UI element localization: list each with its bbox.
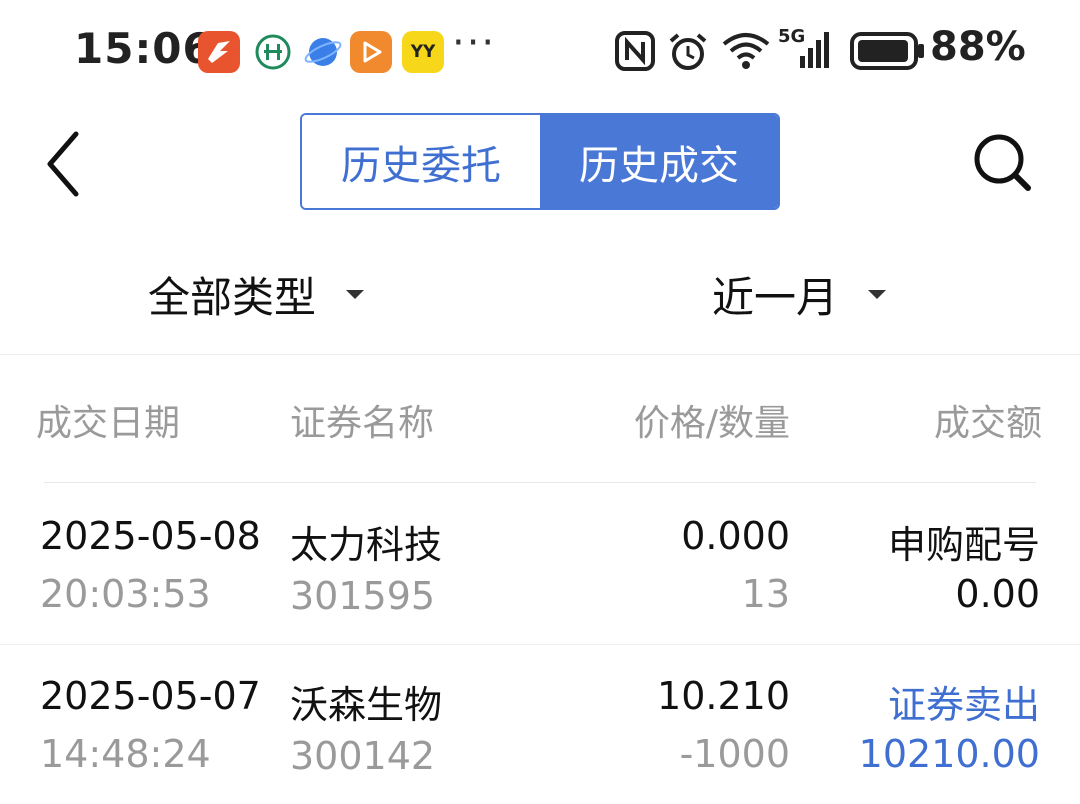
column-header-security-name: 证券名称	[290, 403, 435, 444]
trade-date: 2025-05-08	[40, 514, 261, 558]
column-header-price-quantity: 价格/数量	[633, 403, 790, 444]
column-header-trade-date: 成交日期	[36, 403, 181, 444]
header-divider	[44, 482, 1036, 483]
trade-time: 14:48:24	[40, 732, 211, 776]
trade-quantity: 13	[741, 572, 790, 616]
status-bar: 15:06 YY ··· 5G 88%	[0, 0, 1080, 100]
yy-app-icon: YY	[402, 31, 444, 73]
search-button[interactable]	[968, 128, 1038, 198]
alarm-icon	[666, 30, 710, 78]
type-filter-label: 全部类型	[148, 272, 317, 322]
search-icon	[974, 134, 1031, 191]
trade-history-screen: 15:06 YY ··· 5G 88% 历史委托 历史成交 全部类型 近一月 成…	[0, 0, 1080, 804]
red-bird-app-icon	[198, 31, 240, 73]
bank-logo-icon	[252, 31, 294, 73]
column-header-amount: 成交额	[933, 403, 1042, 444]
filter-divider	[0, 354, 1080, 355]
back-button[interactable]	[36, 124, 96, 204]
table-row[interactable]: 2025-05-07 14:48:24 沃森生物 300142 10.210 -…	[0, 646, 1080, 804]
trade-price: 10.210	[657, 674, 790, 718]
caret-down-icon	[346, 289, 365, 299]
chevron-left-icon	[47, 131, 79, 197]
security-code: 300142	[290, 734, 436, 778]
trade-date: 2025-05-07	[40, 674, 261, 718]
security-name: 太力科技	[290, 523, 443, 567]
nfc-icon	[614, 30, 656, 76]
trade-quantity: -1000	[679, 732, 790, 776]
history-tab-switcher: 历史委托 历史成交	[300, 113, 780, 210]
trade-price: 0.000	[681, 514, 790, 558]
blue-planet-app-icon	[302, 31, 344, 73]
5g-signal-icon: 5G	[778, 26, 838, 76]
tab-history-trades[interactable]: 历史成交	[540, 115, 778, 208]
period-filter-label: 近一月	[712, 272, 839, 322]
network-type-label: 5G	[778, 26, 806, 47]
security-name: 沃森生物	[290, 683, 443, 727]
security-code: 301595	[290, 574, 436, 618]
trade-action: 证券卖出	[887, 683, 1040, 727]
trade-action: 申购配号	[887, 523, 1040, 567]
battery-icon	[850, 32, 926, 74]
battery-percent: 88%	[930, 24, 1026, 70]
wifi-icon	[720, 30, 772, 76]
period-filter-dropdown[interactable]: 近一月	[712, 262, 887, 326]
type-filter-dropdown[interactable]: 全部类型	[148, 262, 365, 326]
row-divider	[0, 644, 1080, 645]
more-notifications-icon: ···	[452, 20, 497, 66]
tab-history-orders[interactable]: 历史委托	[302, 115, 540, 208]
caret-down-icon	[868, 289, 887, 299]
trade-amount: 10210.00	[858, 732, 1040, 776]
table-row[interactable]: 2025-05-08 20:03:53 太力科技 301595 0.000 13…	[0, 484, 1080, 644]
trade-time: 20:03:53	[40, 572, 211, 616]
status-time: 15:06	[74, 24, 213, 73]
trade-amount: 0.00	[955, 572, 1040, 616]
orange-play-app-icon	[350, 31, 392, 73]
